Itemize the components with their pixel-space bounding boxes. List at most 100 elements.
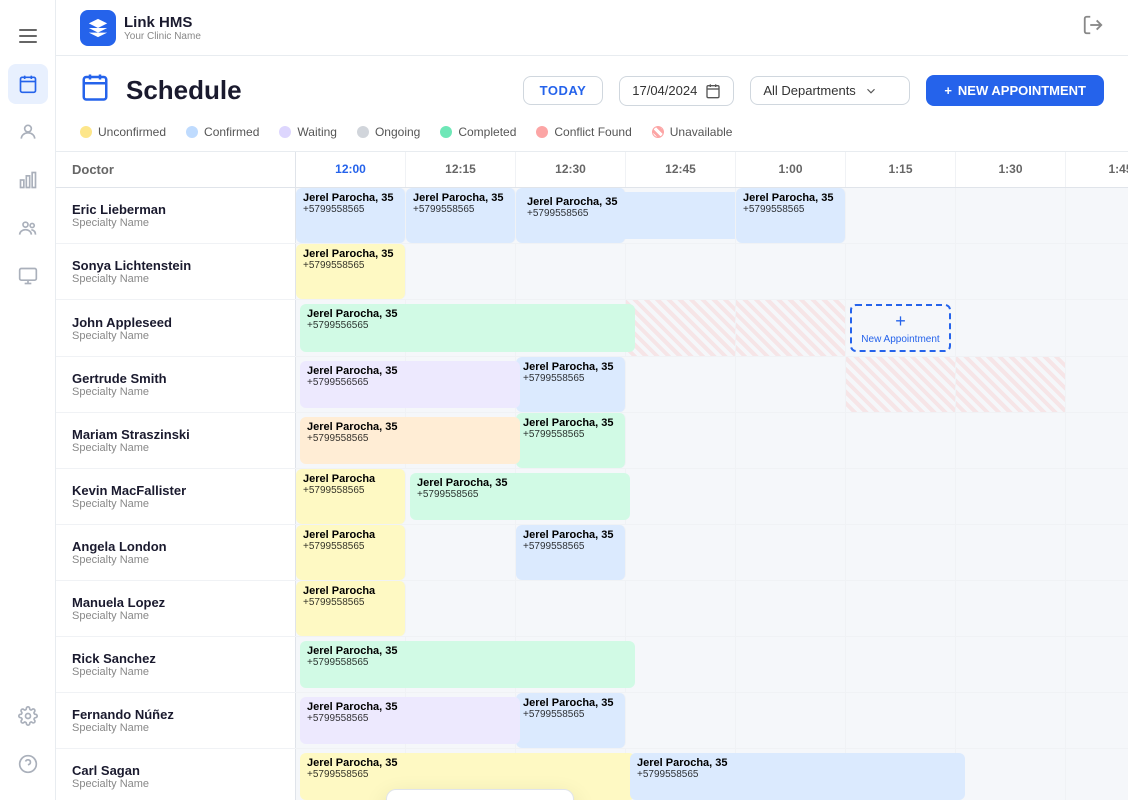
empty-cell	[736, 413, 846, 468]
new-appointment-button[interactable]: + NEW APPOINTMENT	[926, 75, 1104, 106]
appt-cell-span[interactable]: Jerel Parocha, 35 +5799558565	[406, 469, 516, 524]
doctor-name: John Appleseed	[72, 315, 279, 330]
doctor-cell-john: John Appleseed Specialty Name	[56, 300, 296, 356]
appt-cell[interactable]: Jerel Parocha +5799558565	[296, 581, 406, 636]
sidebar-item-monitor[interactable]	[8, 256, 48, 296]
doctor-spec: Specialty Name	[72, 722, 279, 734]
ongoing-dot	[357, 126, 369, 138]
empty-cell	[626, 525, 736, 580]
context-patient-confirmed[interactable]: Patient Confirmed	[387, 790, 573, 800]
appt-cell[interactable]: Jerel Parocha, 35 +5799558565	[516, 525, 626, 580]
date-picker[interactable]: 17/04/2024	[619, 76, 734, 106]
appt-phone: +5799558565	[303, 597, 398, 608]
legend-confirmed: Confirmed	[186, 125, 259, 139]
empty-cell	[516, 581, 626, 636]
time-header-145: 1:45	[1066, 152, 1128, 187]
appt-phone: +5799558565	[307, 713, 513, 724]
table-row: Angela London Specialty Name Jerel Paroc…	[56, 525, 1128, 581]
sidebar-menu-toggle[interactable]	[8, 16, 48, 56]
appt-cell[interactable]: Jerel Parocha, 35 +5799558565	[296, 244, 406, 299]
doctor-spec: Specialty Name	[72, 610, 279, 622]
sidebar-item-analytics[interactable]	[8, 160, 48, 200]
doctor-cell-angela: Angela London Specialty Name	[56, 525, 296, 580]
time-header-1215: 12:15	[406, 152, 516, 187]
appt-cell-span[interactable]: Jerel Parocha, 35 +5799558565	[296, 637, 406, 692]
appt-cell-span[interactable]: Jerel Parocha, 35 +5799558565	[626, 749, 736, 800]
doctor-cell-mariam: Mariam Straszinski Specialty Name	[56, 413, 296, 468]
table-row: Carl Sagan Specialty Name Jerel Parocha,…	[56, 749, 1128, 800]
schedule-grid[interactable]: Doctor 12:00 12:15 12:30 12:45 1:00 1:15…	[56, 152, 1128, 800]
appt-phone: +5799558565	[303, 204, 398, 215]
unavailable-cell	[846, 357, 956, 412]
appt-name: Jerel Parocha, 35	[743, 192, 838, 204]
completed-dot	[440, 126, 452, 138]
appt-cell[interactable]: Jerel Parocha +5799558565	[296, 525, 406, 580]
doctor-name: Manuela Lopez	[72, 595, 279, 610]
sidebar-item-groups[interactable]	[8, 208, 48, 248]
sidebar-item-patients[interactable]	[8, 112, 48, 152]
table-row: Manuela Lopez Specialty Name Jerel Paroc…	[56, 581, 1128, 637]
main-content: Link HMS Your Clinic Name Schedule TODAY…	[56, 0, 1128, 800]
completed-label: Completed	[458, 125, 516, 139]
sidebar-item-settings[interactable]	[8, 696, 48, 736]
appt-cell-span[interactable]: Jerel Parocha, 35 +5799558565	[296, 693, 406, 748]
empty-cell	[956, 244, 1066, 299]
appt-name: Jerel Parocha, 35	[307, 645, 628, 657]
appt-cell[interactable]: Jerel Parocha, 35 +5799558565	[516, 413, 626, 468]
today-button[interactable]: TODAY	[523, 76, 604, 105]
appt-name: Jerel Parocha, 35	[523, 529, 618, 541]
schedule-header: Schedule TODAY 17/04/2024 All Department…	[56, 56, 1128, 152]
doctor-name: Sonya Lichtenstein	[72, 258, 279, 273]
appt-phone: +5799558565	[303, 485, 398, 496]
doctor-cell-fernando: Fernando Núñez Specialty Name	[56, 693, 296, 748]
appt-name: Jerel Parocha, 35	[307, 421, 513, 433]
appt-cell[interactable]: Jerel Parocha, 35 +5799558565	[736, 188, 846, 243]
appt-name: Jerel Parocha, 35	[307, 701, 513, 713]
appt-cell-span[interactable]: Jerel Parocha, 35 +5799556565	[296, 357, 406, 412]
sidebar-item-help[interactable]	[8, 744, 48, 784]
department-select[interactable]: All Departments	[750, 76, 910, 105]
appt-cell-span[interactable]: Jerel Parocha, 35 +5799556565	[296, 300, 406, 356]
appt-cell[interactable]: Jerel Parocha, 35 +5799558565	[516, 357, 626, 412]
appt-name: Jerel Parocha, 35	[523, 361, 618, 373]
sidebar-item-schedule[interactable]	[8, 64, 48, 104]
appt-name: Jerel Parocha, 35	[523, 417, 618, 429]
unconfirmed-label: Unconfirmed	[98, 125, 166, 139]
unavailable-dot	[652, 126, 664, 138]
doctor-spec: Specialty Name	[72, 442, 279, 454]
appt-name: Jerel Parocha, 35	[413, 192, 508, 204]
new-appt-cell[interactable]: + New Appointment	[846, 300, 956, 356]
logout-icon[interactable]	[1082, 14, 1104, 42]
empty-cell	[406, 525, 516, 580]
empty-cell	[956, 300, 1066, 356]
ongoing-label: Ongoing	[375, 125, 420, 139]
schedule-icon	[80, 72, 110, 109]
time-header-1245: 12:45	[626, 152, 736, 187]
appt-cell[interactable]: Jerel Parocha, 35 +5799558565	[406, 188, 516, 243]
appt-name: Jerel Parocha, 35	[637, 757, 958, 769]
new-appointment-placeholder[interactable]: + New Appointment	[850, 304, 951, 352]
conflict-dot	[536, 126, 548, 138]
confirmed-dot	[186, 126, 198, 138]
appt-phone: +5799556565	[307, 377, 513, 388]
empty-cell	[846, 469, 956, 524]
empty-cell	[736, 357, 846, 412]
empty-cell	[626, 469, 736, 524]
appt-cell-span[interactable]: Jerel Parocha, 35 +5799558565	[296, 413, 406, 468]
appt-name: Jerel Parocha, 35	[307, 365, 513, 377]
appt-cell[interactable]: Jerel Parocha, 35 +5799558565	[296, 188, 406, 243]
grid-header: Doctor 12:00 12:15 12:30 12:45 1:00 1:15…	[56, 152, 1128, 188]
doctor-spec: Specialty Name	[72, 273, 279, 285]
appt-phone: +5799558565	[307, 657, 628, 668]
legend-unconfirmed: Unconfirmed	[80, 125, 166, 139]
legend-unavailable: Unavailable	[652, 125, 733, 139]
appt-cell-span[interactable]: Jerel Parocha, 35 +5799558565	[516, 188, 626, 243]
waiting-label: Waiting	[297, 125, 337, 139]
table-row: Kevin MacFallister Specialty Name Jerel …	[56, 469, 1128, 525]
table-row: Mariam Straszinski Specialty Name Jerel …	[56, 413, 1128, 469]
empty-cell	[846, 188, 956, 243]
appt-cell[interactable]: Jerel Parocha, 35 +5799558565	[516, 693, 626, 748]
empty-cell	[956, 693, 1066, 748]
unavailable-cell	[956, 357, 1066, 412]
appt-cell[interactable]: Jerel Parocha +5799558565	[296, 469, 406, 524]
